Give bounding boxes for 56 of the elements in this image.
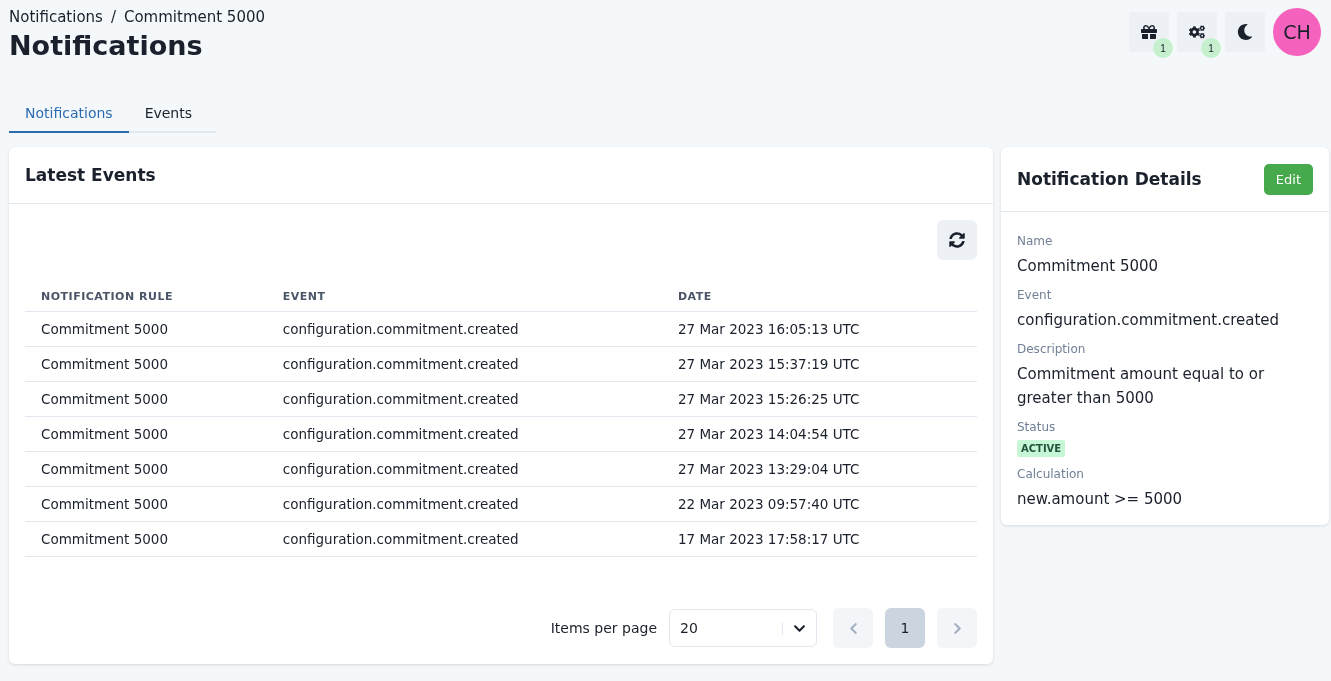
moon-button[interactable]	[1225, 12, 1265, 52]
table-cell: Commitment 5000	[25, 416, 267, 452]
gift-icon	[1141, 24, 1157, 40]
breadcrumb-separator: /	[110, 8, 116, 26]
page-title: Notifications	[9, 30, 204, 61]
field-value: Commitment 5000	[1017, 256, 1160, 277]
table-cell: 22 Mar 2023 09:57:40 UTC	[661, 486, 977, 522]
column-header: EVENT	[266, 282, 662, 312]
table-cell: 27 Mar 2023 15:26:25 UTC	[661, 381, 977, 417]
refresh-button[interactable]	[937, 220, 977, 260]
field-label: Name	[1017, 234, 1054, 248]
count-badge: 1	[1201, 38, 1221, 58]
gift-button[interactable]: 1	[1129, 12, 1173, 58]
table-cell: configuration.commitment.created	[266, 381, 662, 417]
card-title: Notification Details	[1017, 169, 1202, 189]
field-value: configuration.commitment.created	[1017, 310, 1281, 331]
gears-button[interactable]: 1	[1177, 12, 1221, 58]
table-cell: 17 Mar 2023 17:58:17 UTC	[661, 521, 977, 557]
refresh-icon	[949, 232, 965, 248]
field-label: Status	[1017, 420, 1057, 434]
page-button[interactable]: 1	[885, 608, 925, 648]
table-cell: Commitment 5000	[25, 311, 267, 347]
table-cell: 27 Mar 2023 15:37:19 UTC	[661, 346, 977, 382]
column-header: NOTIFICATION RULE	[25, 282, 267, 312]
table-cell: 27 Mar 2023 14:04:54 UTC	[661, 416, 977, 452]
column-header: DATE	[661, 282, 977, 312]
breadcrumb-item: Commitment 5000	[123, 8, 266, 26]
table-cell: configuration.commitment.created	[266, 346, 662, 382]
items-per-page-select[interactable]: 20	[669, 609, 817, 647]
moon-icon	[1237, 24, 1253, 40]
field-label: Event	[1017, 288, 1053, 302]
count-badge: 1	[1153, 38, 1173, 58]
table-cell: configuration.commitment.created	[266, 311, 662, 347]
table-cell: 27 Mar 2023 16:05:13 UTC	[661, 311, 977, 347]
field-value: Commitment amount equal to or greater than 5000	[1017, 364, 1266, 409]
gears-icon	[1189, 24, 1205, 40]
table-cell: 27 Mar 2023 13:29:04 UTC	[661, 451, 977, 487]
tab[interactable]: Notifications	[9, 97, 129, 133]
table-cell: Commitment 5000	[25, 381, 267, 417]
table-cell: Commitment 5000	[25, 346, 267, 382]
user-avatar[interactable]: CH	[1273, 8, 1321, 56]
table-cell: Commitment 5000	[25, 486, 267, 522]
table-cell: Commitment 5000	[25, 521, 267, 557]
table-cell: configuration.commitment.created	[266, 416, 662, 452]
field-label: Calculation	[1017, 467, 1085, 481]
table-cell: configuration.commitment.created	[266, 521, 662, 557]
card-title: Latest Events	[25, 165, 156, 185]
table-cell: Commitment 5000	[25, 451, 267, 487]
status-badge: ACTIVE	[1017, 440, 1066, 457]
table-cell: configuration.commitment.created	[266, 486, 662, 522]
field-value: new.amount >= 5000	[1017, 489, 1184, 510]
items-per-page-label: Items per page	[550, 620, 657, 636]
tab[interactable]: Events	[128, 97, 209, 133]
breadcrumb-item[interactable]: Notifications	[9, 8, 103, 26]
table-cell: configuration.commitment.created	[266, 451, 662, 487]
field-label: Description	[1017, 342, 1087, 356]
